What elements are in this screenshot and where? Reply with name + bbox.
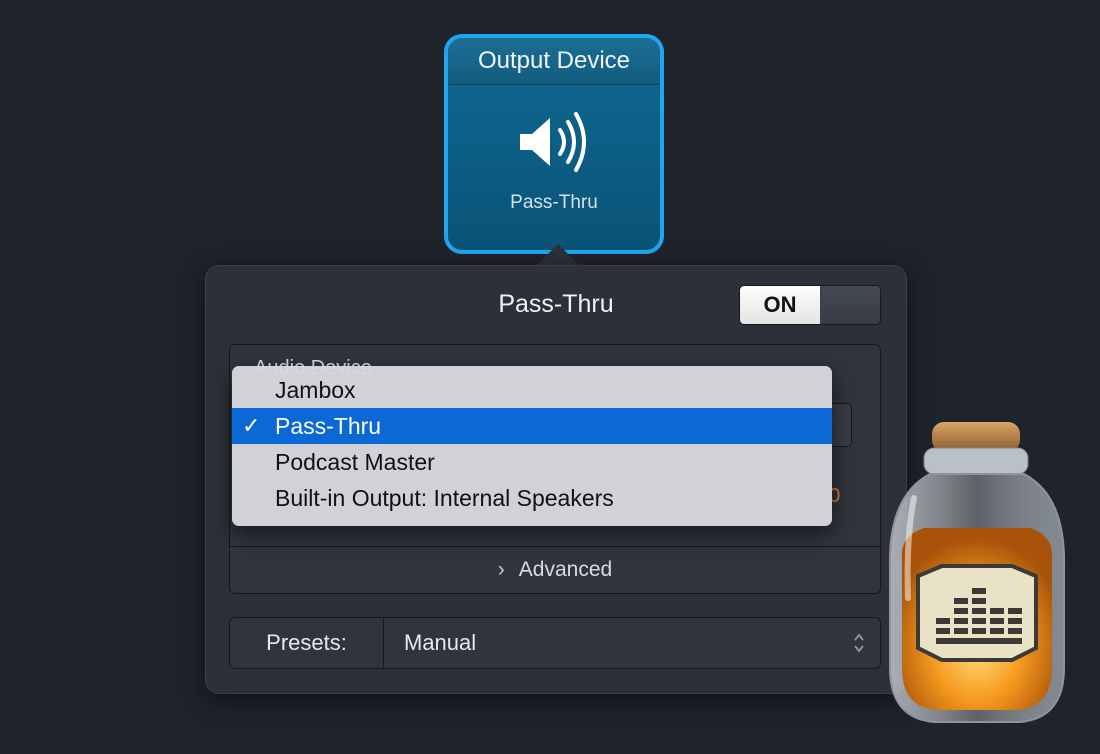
presets-row: Presets: Manual xyxy=(229,617,881,669)
menu-item-pass-thru[interactable]: ✓ Pass-Thru xyxy=(232,408,832,444)
toggle-thumb[interactable] xyxy=(822,286,880,324)
menu-item-podcast-master[interactable]: Podcast Master xyxy=(232,444,832,480)
audio-device-dropdown: Jambox ✓ Pass-Thru Podcast Master Built-… xyxy=(232,366,832,526)
menu-item-jambox[interactable]: Jambox xyxy=(232,372,832,408)
advanced-label: Advanced xyxy=(518,558,613,581)
select-arrows-icon[interactable] xyxy=(852,630,866,656)
popover-arrow xyxy=(536,244,580,266)
presets-select[interactable]: Manual xyxy=(404,618,476,668)
checkmark-icon: ✓ xyxy=(242,413,261,438)
on-off-toggle[interactable]: ON xyxy=(739,285,881,325)
menu-item-built-in-output[interactable]: Built-in Output: Internal Speakers xyxy=(232,480,832,516)
output-device-header: Output Device xyxy=(448,38,660,85)
speaker-icon xyxy=(520,112,586,172)
menu-item-label: Pass-Thru xyxy=(275,413,382,439)
menu-item-label: Built-in Output: Internal Speakers xyxy=(275,485,614,511)
app-jar-icon xyxy=(888,422,1066,723)
output-device-tile[interactable]: Output Device Pass-Thru xyxy=(444,34,664,254)
menu-item-label: Podcast Master xyxy=(275,449,435,475)
toggle-on-label: ON xyxy=(740,286,820,324)
advanced-disclosure[interactable]: › Advanced xyxy=(230,546,880,593)
presets-label: Presets: xyxy=(230,618,384,668)
output-device-name: Pass-Thru xyxy=(510,192,598,213)
chevron-right-icon: › xyxy=(497,558,505,581)
menu-item-label: Jambox xyxy=(275,377,356,403)
